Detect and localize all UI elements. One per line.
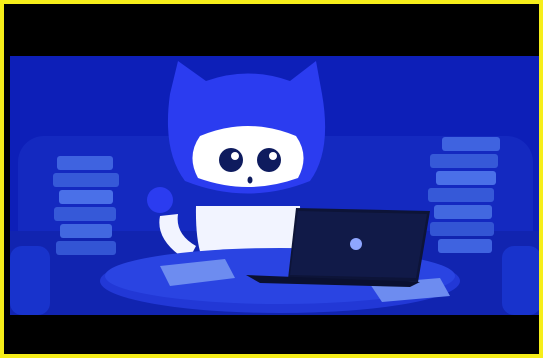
letterbox-bottom (4, 311, 539, 354)
left-eye (219, 148, 243, 172)
illustration-scene (10, 56, 539, 315)
video-frame (0, 0, 543, 358)
letterbox-top (4, 4, 539, 52)
laptop-logo (350, 238, 362, 250)
right-eye (257, 148, 281, 172)
book-stack-right (428, 137, 500, 253)
